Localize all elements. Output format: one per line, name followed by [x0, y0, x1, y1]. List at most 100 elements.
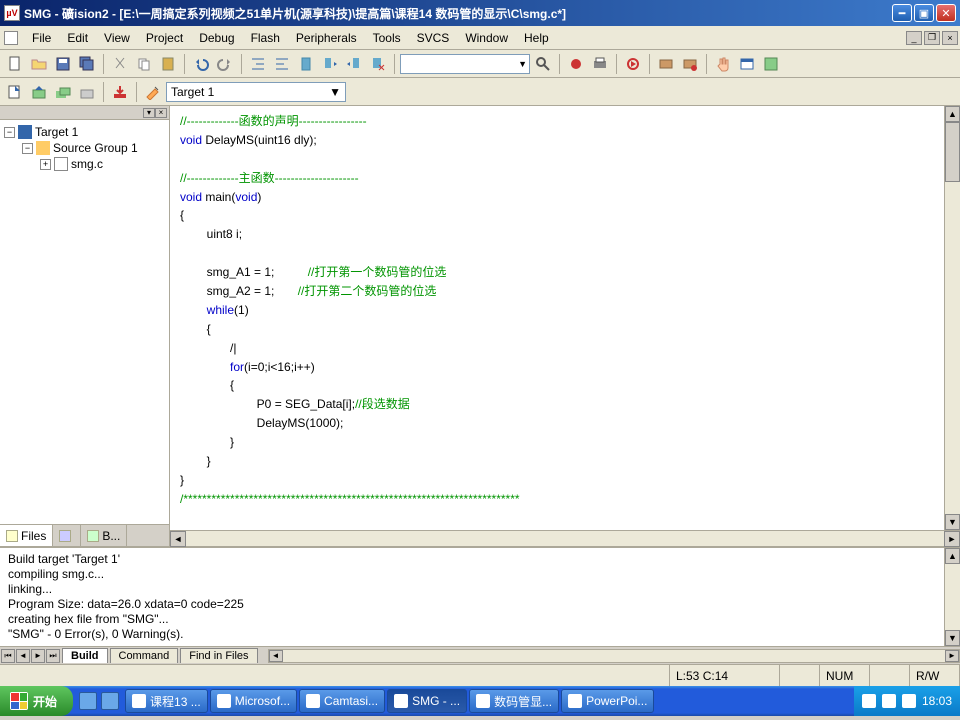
window-title-bar: µV SMG - 礦ision2 - [E:\一周搞定系列视频之51单片机(源享… — [0, 0, 960, 26]
tab-nav-last[interactable]: ⏭ — [46, 649, 60, 663]
start-button[interactable]: 开始 — [0, 686, 73, 716]
maximize-button[interactable]: ▣ — [914, 4, 934, 22]
minimize-button[interactable]: ━ — [892, 4, 912, 22]
panel-pin-button[interactable]: ▾ — [143, 108, 155, 118]
menu-tools[interactable]: Tools — [365, 29, 409, 47]
task-item-4[interactable]: 数码管显... — [469, 689, 559, 713]
options-icon[interactable] — [142, 81, 164, 103]
tab-nav-next[interactable]: ► — [31, 649, 45, 663]
project-tree[interactable]: −Target 1 −Source Group 1 +smg.c — [0, 120, 169, 524]
tray-icon-1[interactable] — [862, 694, 876, 708]
task-item-0[interactable]: 课程13 ... — [125, 689, 208, 713]
task-item-5[interactable]: PowerPoi... — [561, 689, 654, 713]
menu-project[interactable]: Project — [138, 29, 191, 47]
editor-vscroll[interactable]: ▲▼ — [944, 106, 960, 530]
tree-group[interactable]: −Source Group 1 — [22, 140, 165, 156]
debug-session-icon[interactable] — [622, 53, 644, 75]
clock[interactable]: 18:03 — [922, 694, 952, 708]
open-file-icon[interactable] — [28, 53, 50, 75]
task-items: 课程13 ... Microsof... Camtasi... SMG - ..… — [125, 689, 854, 713]
outdent-icon[interactable] — [271, 53, 293, 75]
system-tray[interactable]: 18:03 — [854, 686, 960, 716]
menu-view[interactable]: View — [96, 29, 138, 47]
status-num: NUM — [820, 665, 870, 686]
copy-icon[interactable] — [133, 53, 155, 75]
status-bar: L:53 C:14 NUM R/W — [0, 664, 960, 686]
windows-taskbar: 开始 课程13 ... Microsof... Camtasi... SMG -… — [0, 686, 960, 716]
bookmark-icon[interactable] — [295, 53, 317, 75]
tab-files[interactable]: Files — [0, 525, 53, 546]
tab-books[interactable]: B... — [81, 525, 127, 546]
bookmark-next-icon[interactable] — [319, 53, 341, 75]
standard-toolbar: ▼ — [0, 50, 960, 78]
menu-peripherals[interactable]: Peripherals — [288, 29, 365, 47]
menu-debug[interactable]: Debug — [191, 29, 242, 47]
menu-flash[interactable]: Flash — [243, 29, 288, 47]
panel-close-button[interactable]: × — [155, 108, 167, 118]
menu-window[interactable]: Window — [457, 29, 516, 47]
breakpoint-icon[interactable] — [655, 53, 677, 75]
build-output[interactable]: Build target 'Target 1' compiling smg.c.… — [0, 548, 960, 646]
menu-edit[interactable]: Edit — [59, 29, 96, 47]
project-panel: ▾ × −Target 1 −Source Group 1 +smg.c Fil… — [0, 106, 170, 546]
task-item-2[interactable]: Camtasi... — [299, 689, 385, 713]
breakpoint2-icon[interactable] — [679, 53, 701, 75]
task-item-1[interactable]: Microsof... — [210, 689, 297, 713]
translate-icon[interactable] — [4, 81, 26, 103]
find-icon[interactable] — [532, 53, 554, 75]
menu-file[interactable]: File — [24, 29, 59, 47]
cut-icon[interactable] — [109, 53, 131, 75]
output-vscroll[interactable]: ▲▼ — [944, 548, 960, 646]
output-hscroll[interactable]: ◄► — [268, 649, 960, 663]
mdi-restore-button[interactable]: ❐ — [924, 31, 940, 45]
hand-icon[interactable] — [712, 53, 734, 75]
tab-regs[interactable] — [53, 525, 81, 546]
tray-icon-3[interactable] — [902, 694, 916, 708]
code-area[interactable]: //-------------函数的声明----------------- vo… — [170, 106, 960, 530]
mdi-minimize-button[interactable]: _ — [906, 31, 922, 45]
bookmark-clear-icon[interactable] — [367, 53, 389, 75]
print-icon[interactable] — [589, 53, 611, 75]
tree-target[interactable]: −Target 1 — [4, 124, 165, 140]
tab-nav-first[interactable]: ⏮ — [1, 649, 15, 663]
build-toolbar: Target 1▼ — [0, 78, 960, 106]
tray-icon-2[interactable] — [882, 694, 896, 708]
menu-svcs[interactable]: SVCS — [409, 29, 458, 47]
status-rw: R/W — [910, 665, 960, 686]
build-batch-icon[interactable] — [76, 81, 98, 103]
close-button[interactable]: ✕ — [936, 4, 956, 22]
undo-icon[interactable] — [190, 53, 212, 75]
mdi-close-button[interactable]: × — [942, 31, 958, 45]
paste-icon[interactable] — [157, 53, 179, 75]
window-icon[interactable] — [736, 53, 758, 75]
find-combo[interactable]: ▼ — [400, 54, 530, 74]
ql-icon-1[interactable] — [79, 692, 97, 710]
target-combo[interactable]: Target 1▼ — [166, 82, 346, 102]
windows-logo-icon — [10, 692, 28, 710]
debug-icon[interactable] — [565, 53, 587, 75]
editor-hscroll[interactable]: ◄► — [170, 530, 960, 546]
tab-build[interactable]: Build — [62, 648, 108, 663]
build-icon[interactable] — [28, 81, 50, 103]
tab-command[interactable]: Command — [110, 648, 179, 663]
config-icon[interactable] — [760, 53, 782, 75]
save-icon[interactable] — [52, 53, 74, 75]
new-file-icon[interactable] — [4, 53, 26, 75]
quick-launch — [79, 692, 119, 710]
bookmark-prev-icon[interactable] — [343, 53, 365, 75]
redo-icon[interactable] — [214, 53, 236, 75]
tab-find-in-files[interactable]: Find in Files — [180, 648, 257, 663]
code-editor[interactable]: //-------------函数的声明----------------- vo… — [170, 106, 960, 546]
download-icon[interactable] — [109, 81, 131, 103]
target-value: Target 1 — [171, 85, 214, 99]
save-all-icon[interactable] — [76, 53, 98, 75]
task-item-3[interactable]: SMG - ... — [387, 689, 467, 713]
status-cursor-pos: L:53 C:14 — [670, 665, 780, 686]
rebuild-icon[interactable] — [52, 81, 74, 103]
menu-help[interactable]: Help — [516, 29, 557, 47]
project-tabs: Files B... — [0, 524, 169, 546]
tree-file[interactable]: +smg.c — [40, 156, 165, 172]
tab-nav-prev[interactable]: ◄ — [16, 649, 30, 663]
indent-icon[interactable] — [247, 53, 269, 75]
ql-icon-2[interactable] — [101, 692, 119, 710]
